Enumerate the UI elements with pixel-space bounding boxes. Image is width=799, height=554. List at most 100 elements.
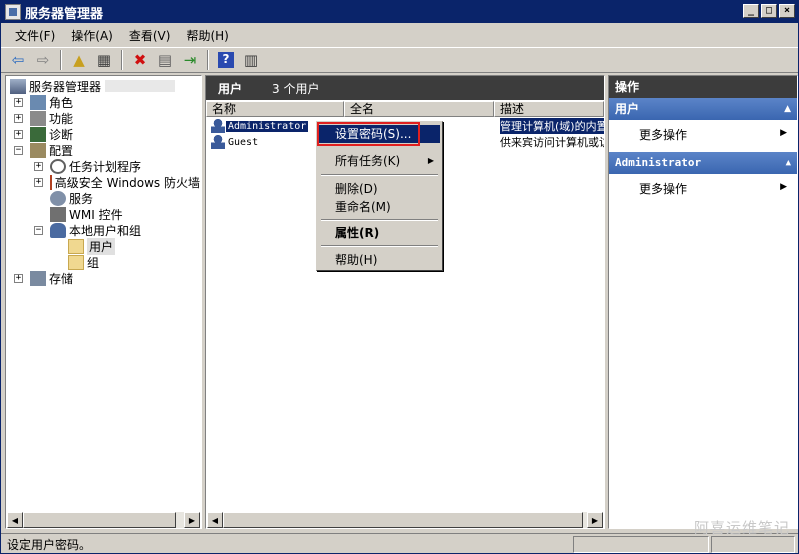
show-hide-tree-button[interactable]: ▦ — [93, 49, 115, 71]
users-group-icon — [50, 222, 66, 238]
user-icon — [211, 135, 225, 149]
forward-arrow-icon: ⇨ — [36, 51, 50, 69]
expand-diagnostics[interactable]: + — [14, 130, 23, 139]
wmi-icon — [50, 206, 66, 222]
expand-features[interactable]: + — [14, 114, 23, 123]
tree-node-groups[interactable]: 组 — [68, 254, 99, 270]
forward-button[interactable]: ⇨ — [32, 49, 54, 71]
tree-node-wmi[interactable]: WMI 控件 — [50, 206, 123, 222]
scroll-right-arrow-icon[interactable]: ▶ — [587, 512, 603, 528]
console-tree: 服务器管理器 + 角色 + 功能 + 诊断 − 配置 + 任务计划程序 + 高级… — [5, 75, 202, 529]
menu-item-delete[interactable]: 删除(D) — [319, 180, 440, 198]
title-bar: 服务器管理器 _ □ × — [1, 1, 798, 23]
submenu-arrow-icon: ▶ — [780, 128, 787, 138]
services-gear-icon — [50, 190, 66, 206]
storage-icon — [30, 270, 46, 286]
roles-icon — [30, 94, 46, 110]
expand-firewall[interactable]: + — [34, 178, 43, 187]
diagnostics-icon — [30, 126, 46, 142]
more-actions-users[interactable]: 更多操作 — [639, 126, 687, 143]
actions-section-users[interactable]: 用户 ▲ — [609, 98, 797, 120]
export-icon: ⇥ — [183, 51, 197, 69]
tree-node-configuration[interactable]: 配置 — [30, 142, 73, 158]
maximize-button[interactable]: □ — [761, 4, 777, 18]
minimize-button[interactable]: _ — [743, 4, 759, 18]
expand-roles[interactable]: + — [14, 98, 23, 107]
scroll-thumb[interactable] — [23, 512, 176, 528]
close-button[interactable]: × — [779, 4, 795, 18]
scroll-left-arrow-icon[interactable]: ◀ — [207, 512, 223, 528]
delete-x-icon: ✖ — [133, 51, 147, 69]
status-bar: 设定用户密码。 — [1, 533, 798, 554]
results-horizontal-scrollbar[interactable]: ◀ ▶ — [207, 512, 603, 528]
user-name: Administrator — [226, 120, 309, 132]
action-pane-button[interactable]: ▥ — [240, 49, 262, 71]
scroll-left-arrow-icon[interactable]: ◀ — [7, 512, 23, 528]
tree-node-features[interactable]: 功能 — [30, 110, 73, 126]
menu-item-help[interactable]: 帮助(H) — [319, 251, 440, 269]
menu-item-properties[interactable]: 属性(R) — [319, 224, 440, 242]
actions-title: 操作 — [609, 76, 797, 98]
tree-node-local-users[interactable]: 本地用户和组 — [50, 222, 141, 238]
tree-node-diagnostics[interactable]: 诊断 — [30, 126, 73, 142]
tree-node-users[interactable]: 用户 — [68, 237, 116, 255]
menu-help[interactable]: 帮助(H) — [178, 25, 236, 46]
actions-section-administrator[interactable]: Administrator ▲ — [609, 152, 797, 174]
expand-task-scheduler[interactable]: + — [34, 162, 43, 171]
scroll-right-arrow-icon[interactable]: ▶ — [184, 512, 200, 528]
export-list-button[interactable]: ⇥ — [179, 49, 201, 71]
help-button[interactable]: ? — [215, 49, 237, 71]
window-title: 服务器管理器 — [25, 6, 104, 22]
status-text: 设定用户密码。 — [7, 537, 92, 552]
collapse-configuration[interactable]: − — [14, 146, 23, 155]
column-header-name[interactable]: 名称 — [206, 101, 344, 117]
tree-node-task-scheduler[interactable]: 任务计划程序 — [50, 158, 141, 174]
menu-bar: 文件(F) 操作(A) 查看(V) 帮助(H) — [1, 24, 798, 46]
collapse-up-icon[interactable]: ▲ — [784, 98, 791, 120]
properties-icon: ▤ — [157, 51, 173, 69]
column-header-fullname[interactable]: 全名 — [344, 101, 494, 117]
features-icon — [30, 110, 46, 126]
menu-action[interactable]: 操作(A) — [63, 25, 121, 46]
user-icon — [211, 119, 225, 133]
folder-icon — [68, 238, 84, 254]
submenu-arrow-icon: ▶ — [427, 156, 434, 165]
firewall-icon — [50, 174, 52, 190]
collapse-local-users[interactable]: − — [34, 226, 43, 235]
more-actions-administrator[interactable]: 更多操作 — [639, 180, 687, 197]
menu-item-rename[interactable]: 重命名(M) — [319, 198, 440, 216]
tree-node-firewall[interactable]: 高级安全 Windows 防火墙 — [50, 174, 200, 190]
actions-pane: 操作 用户 ▲ 更多操作 ▶ Administrator ▲ 更多操作 ▶ — [608, 75, 798, 529]
server-manager-window: 服务器管理器 _ □ × 文件(F) 操作(A) 查看(V) 帮助(H) ⇦ ⇨… — [0, 0, 799, 554]
column-header-description[interactable]: 描述 — [494, 101, 604, 117]
tree-node-storage[interactable]: 存储 — [30, 270, 73, 286]
expand-storage[interactable]: + — [14, 274, 23, 283]
highlight-annotation-box — [317, 122, 420, 146]
user-description: 供来宾访问计算机或访问域的内置帐户 — [500, 136, 604, 149]
user-description: 管理计算机(域)的内置帐户 — [500, 118, 604, 134]
folder-icon — [68, 254, 84, 270]
properties-button[interactable]: ▤ — [154, 49, 176, 71]
menu-file[interactable]: 文件(F) — [7, 25, 63, 46]
up-folder-button[interactable]: ▲ — [68, 49, 90, 71]
watermark: 阿喜运维笔记 — [693, 519, 790, 537]
configuration-icon — [30, 142, 46, 158]
back-arrow-icon: ⇦ — [11, 51, 25, 69]
results-header: 用户 3 个用户 — [206, 76, 604, 100]
tree-node-root[interactable]: 服务器管理器 — [10, 78, 176, 94]
collapse-up-icon[interactable]: ▲ — [786, 152, 791, 174]
tree-node-services[interactable]: 服务 — [50, 190, 93, 206]
menu-view[interactable]: 查看(V) — [121, 25, 179, 46]
server-manager-icon — [5, 4, 21, 20]
help-icon: ? — [218, 52, 234, 68]
action-pane-icon: ▥ — [243, 51, 259, 69]
scroll-thumb[interactable] — [223, 512, 583, 528]
delete-button[interactable]: ✖ — [129, 49, 151, 71]
menu-item-all-tasks[interactable]: 所有任务(K) ▶ — [319, 152, 440, 170]
back-button[interactable]: ⇦ — [7, 49, 29, 71]
tree-node-roles[interactable]: 角色 — [30, 94, 73, 110]
clock-icon — [50, 158, 66, 174]
user-name: Guest — [228, 136, 259, 148]
up-folder-icon: ▲ — [73, 51, 85, 69]
tree-horizontal-scrollbar[interactable]: ◀ ▶ — [7, 512, 200, 528]
